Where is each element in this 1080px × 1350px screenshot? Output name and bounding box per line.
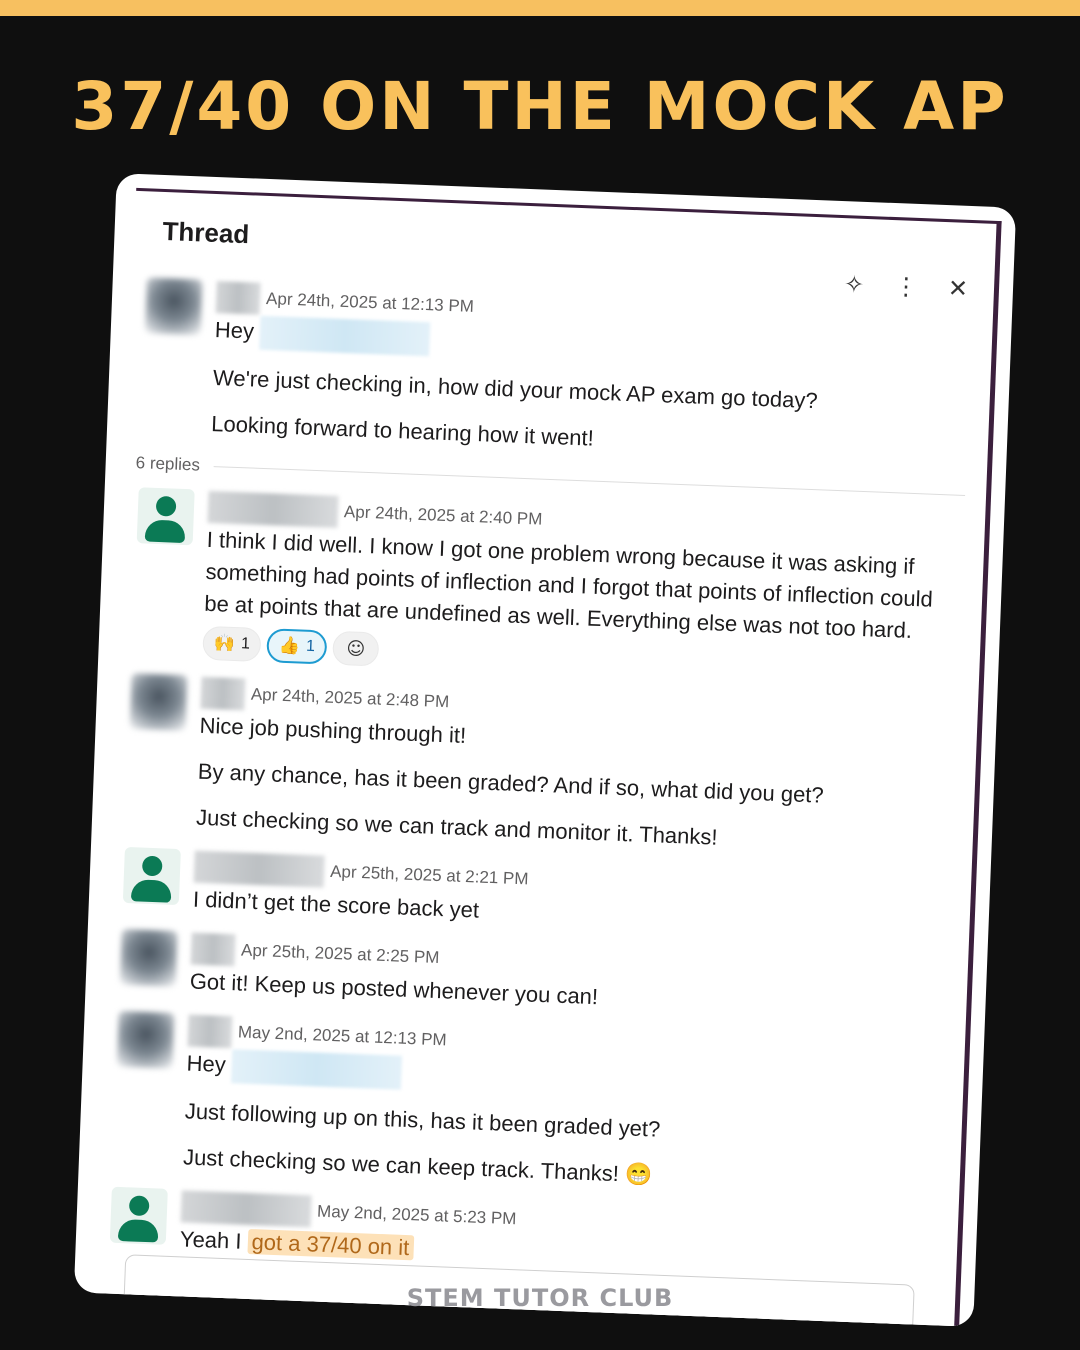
person-icon-body: [117, 1219, 159, 1243]
person-icon-body: [144, 519, 186, 544]
divider: [213, 465, 966, 496]
add-reaction-icon[interactable]: ☺: [332, 630, 380, 667]
reaction-raised-hands[interactable]: 🙌 1: [202, 625, 262, 663]
timestamp[interactable]: May 2nd, 2025 at 12:13 PM: [238, 1023, 447, 1051]
avatar[interactable]: [109, 1187, 168, 1246]
watermark: STEM TUTOR CLUB: [406, 1284, 674, 1312]
sender-name-redacted[interactable]: [200, 676, 246, 711]
message: Apr 24th, 2025 at 2:40 PM I think I did …: [118, 487, 964, 689]
close-icon[interactable]: ✕: [945, 274, 970, 303]
timestamp[interactable]: Apr 25th, 2025 at 2:21 PM: [330, 862, 529, 890]
sparkle-list-icon[interactable]: ✧: [842, 270, 867, 299]
sender-name-redacted[interactable]: [190, 932, 236, 967]
reaction-thumbs-up[interactable]: 👍 1: [266, 628, 328, 665]
message: Apr 25th, 2025 at 2:25 PM Got it! Keep u…: [105, 929, 947, 1027]
thumbs-up-icon: 👍: [278, 635, 301, 657]
highlighted-score: got a 37/40 on it: [247, 1229, 414, 1261]
sender-name-redacted[interactable]: [180, 1190, 312, 1228]
message: Apr 24th, 2025 at 2:48 PM Nice job pushi…: [112, 673, 957, 863]
reaction-count: 1: [305, 637, 316, 656]
reaction-count: 1: [240, 635, 251, 653]
timestamp[interactable]: Apr 24th, 2025 at 12:13 PM: [266, 289, 474, 317]
thread-title: Thread: [162, 215, 250, 250]
thread-header-actions: ✧ ⋮ ✕: [842, 270, 971, 303]
timestamp[interactable]: Apr 24th, 2025 at 2:40 PM: [344, 502, 543, 530]
mention-redacted[interactable]: [231, 1049, 403, 1091]
avatar[interactable]: [136, 487, 195, 546]
person-icon-head: [128, 1195, 150, 1217]
person-icon-head: [141, 855, 163, 877]
timestamp[interactable]: Apr 24th, 2025 at 2:48 PM: [251, 685, 450, 713]
sender-name-redacted[interactable]: [193, 850, 325, 888]
message: Apr 25th, 2025 at 2:21 PM I didn’t get t…: [108, 847, 950, 945]
message-text: Yeah I: [179, 1226, 249, 1255]
avatar[interactable]: [116, 1011, 175, 1070]
message-text: Hey: [214, 317, 255, 344]
sender-name-redacted[interactable]: [215, 281, 261, 315]
headline: 37/40 ON THE MOCK AP: [71, 68, 1009, 145]
person-icon-head: [155, 496, 177, 517]
thread-panel: Thread ✧ ⋮ ✕ Apr 24th, 2025 at 12:13 PM …: [93, 187, 1002, 1327]
kebab-icon[interactable]: ⋮: [894, 272, 919, 301]
raised-hands-icon: 🙌: [213, 633, 236, 655]
message-text: Hey: [186, 1050, 227, 1078]
timestamp[interactable]: May 2nd, 2025 at 5:23 PM: [317, 1202, 517, 1230]
message: Apr 24th, 2025 at 12:13 PM Hey We're jus…: [127, 277, 973, 469]
sender-name-redacted[interactable]: [187, 1014, 233, 1049]
avatar[interactable]: [129, 673, 188, 732]
message: May 2nd, 2025 at 12:13 PM Hey Just follo…: [99, 1010, 945, 1202]
mention-redacted[interactable]: [259, 315, 431, 357]
sender-name-redacted[interactable]: [207, 491, 339, 529]
person-icon-body: [130, 879, 172, 903]
thread-screenshot-card: Thread ✧ ⋮ ✕ Apr 24th, 2025 at 12:13 PM …: [73, 173, 1017, 1327]
timestamp[interactable]: Apr 25th, 2025 at 2:25 PM: [241, 941, 440, 969]
avatar[interactable]: [122, 847, 181, 906]
top-accent-bar: [0, 0, 1080, 16]
replies-count: 6 replies: [135, 453, 201, 475]
avatar[interactable]: [144, 277, 203, 336]
message-list: Apr 24th, 2025 at 12:13 PM Hey We're jus…: [93, 277, 972, 1327]
avatar[interactable]: [119, 929, 178, 988]
